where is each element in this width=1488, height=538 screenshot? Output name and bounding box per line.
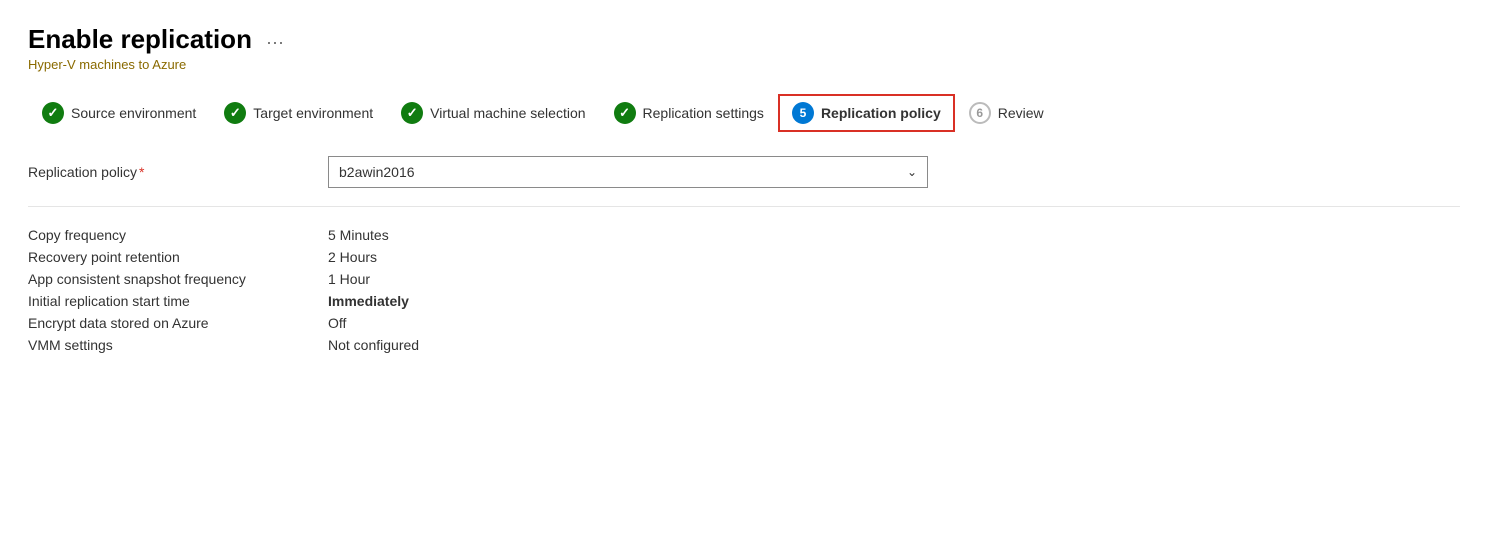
info-label-copy-frequency: Copy frequency (28, 227, 328, 243)
form-section: Replication policy* b2awin2016 ⌄ (28, 156, 1460, 188)
wizard-steps: Source environment Target environment Virt… (28, 94, 1460, 132)
info-row-copy-frequency: Copy frequency5 Minutes (28, 227, 1460, 243)
info-label-encrypt-data-stored-on-azure: Encrypt data stored on Azure (28, 315, 328, 331)
step-replication-settings[interactable]: Replication settings (600, 94, 778, 132)
check-icon (42, 102, 64, 124)
info-row-vmm-settings: VMM settingsNot configured (28, 337, 1460, 353)
info-row-app-consistent-snapshot-frequency: App consistent snapshot frequency1 Hour (28, 271, 1460, 287)
step-number-icon: 5 (792, 102, 814, 124)
step-source-environment[interactable]: Source environment (28, 94, 210, 132)
step-number-icon: 6 (969, 102, 991, 124)
step-label: Target environment (253, 105, 373, 121)
policy-form-row: Replication policy* b2awin2016 ⌄ (28, 156, 1460, 188)
step-review[interactable]: 6 Review (955, 94, 1058, 132)
info-value-vmm-settings: Not configured (328, 337, 419, 353)
check-icon (224, 102, 246, 124)
info-label-recovery-point-retention: Recovery point retention (28, 249, 328, 265)
info-value-recovery-point-retention: 2 Hours (328, 249, 377, 265)
info-row-encrypt-data-stored-on-azure: Encrypt data stored on AzureOff (28, 315, 1460, 331)
page-title: Enable replication (28, 24, 252, 55)
step-target-environment[interactable]: Target environment (210, 94, 387, 132)
divider (28, 206, 1460, 207)
step-label: Replication policy (821, 105, 941, 121)
details-grid: Copy frequency5 MinutesRecovery point re… (28, 227, 1460, 353)
info-value-copy-frequency: 5 Minutes (328, 227, 389, 243)
check-icon (401, 102, 423, 124)
chevron-down-icon: ⌄ (907, 165, 917, 179)
step-label: Review (998, 105, 1044, 121)
step-label: Virtual machine selection (430, 105, 585, 121)
info-value-encrypt-data-stored-on-azure: Off (328, 315, 346, 331)
info-label-app-consistent-snapshot-frequency: App consistent snapshot frequency (28, 271, 328, 287)
check-icon (614, 102, 636, 124)
info-label-initial-replication-start-time: Initial replication start time (28, 293, 328, 309)
step-label: Source environment (71, 105, 196, 121)
step-virtual-machine-selection[interactable]: Virtual machine selection (387, 94, 599, 132)
required-indicator: * (139, 164, 144, 180)
policy-dropdown-value: b2awin2016 (339, 164, 415, 180)
info-row-initial-replication-start-time: Initial replication start timeImmediatel… (28, 293, 1460, 309)
step-replication-policy[interactable]: 5 Replication policy (778, 94, 955, 132)
policy-label: Replication policy* (28, 164, 328, 180)
step-label: Replication settings (643, 105, 764, 121)
info-label-vmm-settings: VMM settings (28, 337, 328, 353)
page-subtitle: Hyper-V machines to Azure (28, 57, 1460, 72)
policy-dropdown[interactable]: b2awin2016 ⌄ (328, 156, 928, 188)
ellipsis-menu-button[interactable]: ··· (266, 32, 284, 53)
info-value-app-consistent-snapshot-frequency: 1 Hour (328, 271, 370, 287)
page-header: Enable replication ··· Hyper-V machines … (28, 24, 1460, 72)
info-row-recovery-point-retention: Recovery point retention2 Hours (28, 249, 1460, 265)
info-value-initial-replication-start-time: Immediately (328, 293, 409, 309)
